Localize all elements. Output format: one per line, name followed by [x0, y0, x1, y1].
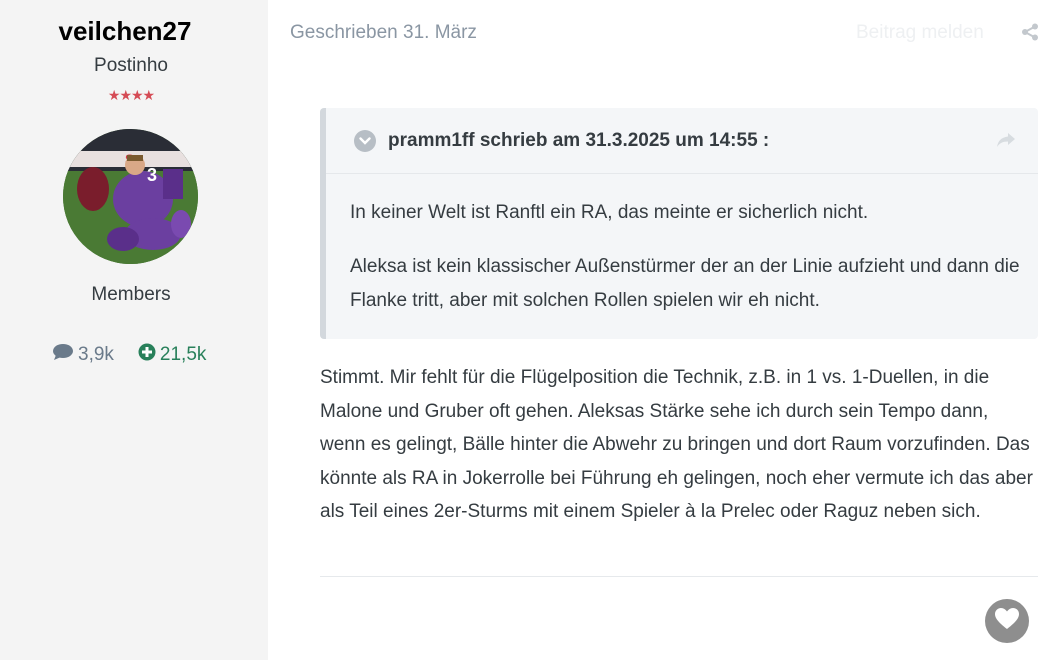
avatar[interactable]: S 3: [63, 129, 198, 264]
quote-body: In keiner Welt ist Ranftl ein RA, das me…: [326, 174, 1038, 318]
author-rank-title: Postinho: [94, 55, 168, 76]
quote-paragraph: Aleksa ist kein klassischer Außenstürmer…: [350, 256, 1020, 311]
posts-count-value: 3,9k: [78, 344, 114, 365]
divider: [320, 576, 1038, 577]
quote-header: pramm1ff schrieb am 31.3.2025 um 14:55 :: [326, 108, 1038, 174]
quoted-post: pramm1ff schrieb am 31.3.2025 um 14:55 :…: [320, 108, 1038, 339]
heart-icon: [994, 607, 1020, 636]
report-post-link[interactable]: Beitrag melden: [856, 22, 984, 44]
reputation[interactable]: 21,5k: [138, 343, 206, 367]
share-arrow-icon[interactable]: [996, 132, 1016, 153]
like-button[interactable]: [985, 599, 1029, 643]
quote-paragraph: In keiner Welt ist Ranftl ein RA, das me…: [350, 202, 869, 223]
reputation-value: 21,5k: [159, 344, 207, 365]
author-sidebar: veilchen27 Postinho ★★★★ S 3 Members 3,9…: [0, 0, 268, 660]
share-icon[interactable]: [1021, 23, 1039, 46]
quote-citation: pramm1ff schrieb am 31.3.2025 um 14:55 :: [388, 129, 770, 151]
comment-icon: [52, 343, 78, 367]
post-body-text: Stimmt. Mir fehlt für die Flügelposition…: [320, 367, 1033, 522]
posts-count[interactable]: 3,9k: [52, 343, 114, 367]
plus-circle-icon: [138, 343, 160, 367]
author-stats: 3,9k 21,5k: [52, 343, 206, 367]
svg-text:3: 3: [147, 165, 157, 185]
chevron-down-icon[interactable]: [354, 129, 376, 152]
author-username[interactable]: veilchen27: [0, 16, 250, 47]
post-date[interactable]: Geschrieben 31. März: [290, 22, 477, 44]
author-group: Members: [91, 284, 171, 305]
rank-stars-icon: ★★★★: [107, 87, 155, 103]
